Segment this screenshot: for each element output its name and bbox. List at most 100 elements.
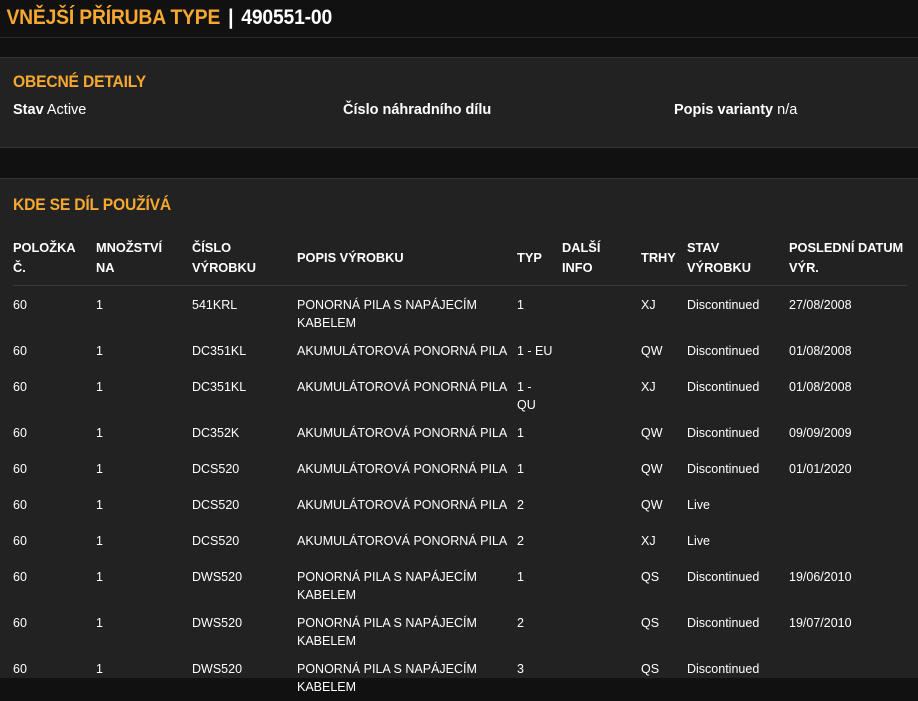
cell-product-status: Discontinued bbox=[687, 297, 760, 312]
cell-quantity: 1 bbox=[96, 533, 103, 548]
col-header-last-production-date: POSLEDNÍ DATUM VÝR. bbox=[789, 231, 907, 286]
cell-type: 1 - QU bbox=[517, 379, 536, 412]
cell-item-number: 60 bbox=[13, 497, 27, 512]
cell-more-info bbox=[562, 414, 641, 450]
cell-more-info bbox=[562, 285, 641, 332]
cell-type: 2 bbox=[517, 497, 524, 512]
cell-product-number: DCS520 bbox=[192, 533, 240, 548]
cell-product-status: Discontinued bbox=[687, 461, 760, 476]
cell-quantity: 1 bbox=[96, 661, 103, 676]
cell-more-info bbox=[562, 368, 641, 414]
cell-type: 1 bbox=[517, 425, 524, 440]
details-row: Stav Active Číslo náhradního dílu Popis … bbox=[13, 102, 905, 118]
col-header-type: TYP bbox=[517, 231, 562, 286]
cell-product-status: Discontinued bbox=[687, 343, 760, 358]
cell-product-description: AKUMULÁTOROVÁ PONORNÁ PILA bbox=[297, 533, 508, 548]
variant-detail: Popis varianty n/a bbox=[674, 102, 797, 118]
cell-product-description: PONORNÁ PILA S NAPÁJECÍM KABELEM bbox=[297, 569, 477, 602]
status-label: Stav bbox=[13, 102, 44, 118]
table-body: 60 1 541KRL PONORNÁ PILA S NAPÁJECÍM KABELEM… bbox=[13, 285, 907, 696]
cell-product-description: PONORNÁ PILA S NAPÁJECÍM KABELEM bbox=[297, 661, 477, 694]
cell-last-production-date: 19/07/2010 bbox=[789, 615, 852, 630]
cell-type: 1 bbox=[517, 569, 524, 584]
variant-label: Popis varianty bbox=[674, 102, 774, 118]
cell-market: QW bbox=[641, 425, 663, 440]
cell-product-status: Live bbox=[687, 497, 710, 512]
cell-last-production-date: 09/09/2009 bbox=[789, 425, 852, 440]
cell-more-info bbox=[562, 450, 641, 486]
cell-last-production-date: 01/01/2020 bbox=[789, 461, 852, 476]
col-header-more-info: DALŠÍ INFO bbox=[562, 231, 641, 286]
cell-market: XJ bbox=[641, 297, 656, 312]
cell-last-production-date: 01/08/2008 bbox=[789, 379, 852, 394]
cell-item-number: 60 bbox=[13, 425, 27, 440]
cell-last-production-date bbox=[789, 522, 907, 558]
cell-last-production-date bbox=[789, 486, 907, 522]
where-used-heading: KDE SE DÍL POUŽÍVÁ bbox=[13, 195, 172, 214]
cell-quantity: 1 bbox=[96, 379, 103, 394]
cell-product-number: DWS520 bbox=[192, 569, 243, 584]
cell-more-info bbox=[562, 332, 641, 368]
table-row: 60 1 DCS520 AKUMULÁTOROVÁ PONORNÁ PILA 2 QW Li… bbox=[13, 486, 907, 522]
cell-type: 3 bbox=[517, 661, 524, 676]
col-header-product-description: POPIS VÝROBKU bbox=[297, 231, 517, 286]
cell-more-info bbox=[562, 522, 641, 558]
table-row: 60 1 DC351KL AKUMULÁTOROVÁ PONORNÁ PILA 1 -Q… bbox=[13, 368, 907, 414]
cell-product-description: AKUMULÁTOROVÁ PONORNÁ PILA bbox=[297, 343, 508, 358]
cell-item-number: 60 bbox=[13, 661, 27, 676]
page-title: VNĚJŠÍ PŘÍRUBA TYPE | 490551-00 bbox=[0, 0, 845, 37]
cell-product-number: DC352K bbox=[192, 425, 240, 440]
cell-quantity: 1 bbox=[96, 297, 103, 312]
cell-item-number: 60 bbox=[13, 379, 27, 394]
cell-more-info bbox=[562, 486, 641, 522]
cell-product-description: AKUMULÁTOROVÁ PONORNÁ PILA bbox=[297, 497, 508, 512]
title-separator: | bbox=[228, 6, 234, 29]
cell-market: QW bbox=[641, 497, 663, 512]
cell-item-number: 60 bbox=[13, 569, 27, 584]
cell-market: XJ bbox=[641, 533, 656, 548]
cell-product-description: PONORNÁ PILA S NAPÁJECÍM KABELEM bbox=[297, 297, 477, 330]
cell-product-status: Discontinued bbox=[687, 615, 760, 630]
col-header-markets: TRHY bbox=[641, 231, 687, 286]
cell-item-number: 60 bbox=[13, 297, 27, 312]
status-detail: Stav Active bbox=[13, 102, 343, 118]
cell-product-number: DWS520 bbox=[192, 661, 243, 676]
cell-type: 1 bbox=[517, 461, 524, 476]
cell-quantity: 1 bbox=[96, 569, 103, 584]
spacer bbox=[0, 37, 918, 57]
table-row: 60 1 DCS520 AKUMULÁTOROVÁ PONORNÁ PILA 1 QW Di… bbox=[13, 450, 907, 486]
cell-item-number: 60 bbox=[13, 343, 27, 358]
spacer bbox=[0, 148, 918, 178]
table-row: 60 1 DCS520 AKUMULÁTOROVÁ PONORNÁ PILA 2 XJ Li… bbox=[13, 522, 907, 558]
cell-product-description: AKUMULÁTOROVÁ PONORNÁ PILA bbox=[297, 461, 508, 476]
cell-market: XJ bbox=[641, 379, 656, 394]
cell-market: QW bbox=[641, 461, 663, 476]
cell-type: 1 bbox=[517, 297, 524, 312]
cell-product-number: DWS520 bbox=[192, 615, 243, 630]
part-name: VNĚJŠÍ PŘÍRUBA TYPE bbox=[6, 6, 221, 29]
cell-item-number: 60 bbox=[13, 533, 27, 548]
part-number: 490551-00 bbox=[241, 6, 333, 29]
cell-product-status: Discontinued bbox=[687, 425, 760, 440]
cell-market: QS bbox=[641, 569, 660, 584]
cell-product-number: DCS520 bbox=[192, 497, 240, 512]
cell-quantity: 1 bbox=[96, 615, 103, 630]
table-row: 60 1 DC351KL AKUMULÁTOROVÁ PONORNÁ PILA 1 - … bbox=[13, 332, 907, 368]
cell-type: 1 - EU bbox=[517, 343, 553, 358]
cell-quantity: 1 bbox=[96, 461, 103, 476]
cell-product-number: DC351KL bbox=[192, 379, 247, 394]
variant-value: n/a bbox=[777, 102, 798, 118]
general-details-panel: OBECNÉ DETAILY Stav Active Číslo náhradn… bbox=[0, 57, 918, 148]
cell-product-number: DCS520 bbox=[192, 461, 240, 476]
table-row: 60 1 DWS520 PONORNÁ PILA S NAPÁJECÍM KABELEM… bbox=[13, 650, 907, 696]
cell-product-status: Discontinued bbox=[687, 379, 760, 394]
cell-more-info bbox=[562, 604, 641, 650]
table-row: 60 1 541KRL PONORNÁ PILA S NAPÁJECÍM KABELEM… bbox=[13, 285, 907, 332]
cell-quantity: 1 bbox=[96, 425, 103, 440]
cell-more-info bbox=[562, 558, 641, 604]
cell-type: 2 bbox=[517, 615, 524, 630]
cell-last-production-date: 19/06/2010 bbox=[789, 569, 852, 584]
cell-product-number: DC351KL bbox=[192, 343, 247, 358]
spare-part-label: Číslo náhradního dílu bbox=[343, 102, 492, 118]
cell-item-number: 60 bbox=[13, 461, 27, 476]
